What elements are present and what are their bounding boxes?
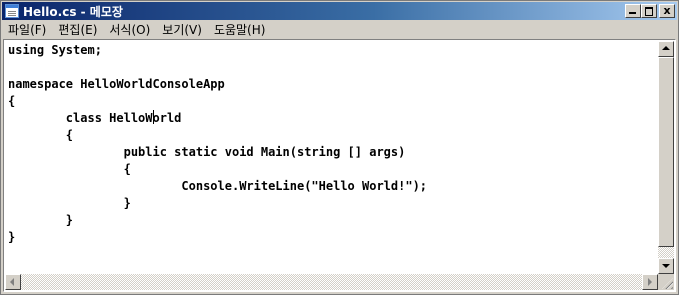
code-line: {	[8, 94, 16, 108]
code-text[interactable]: using System; namespace HelloWorldConsole…	[5, 41, 658, 246]
caret-after-text: orld	[152, 111, 182, 125]
scroll-right-arrow-icon[interactable]	[642, 274, 658, 290]
notepad-window: Hello.cs - 메모장 x 파일(F) 편집(E) 서식(O) 보기(V)…	[0, 0, 679, 295]
horizontal-scrollbar[interactable]	[5, 274, 658, 290]
close-button[interactable]: x	[659, 4, 675, 18]
code-line-with-caret: class HelloWorld	[8, 110, 658, 127]
scroll-up-arrow-icon[interactable]	[658, 41, 674, 57]
code-line: {	[8, 128, 74, 142]
vertical-scrollbar[interactable]	[658, 41, 674, 274]
text-editor[interactable]: using System; namespace HelloWorldConsole…	[5, 41, 658, 274]
minimize-button[interactable]	[625, 4, 641, 18]
caret-before-text: class HelloW	[8, 111, 153, 125]
scroll-left-arrow-icon[interactable]	[5, 274, 21, 290]
menu-edit[interactable]: 편집(E)	[52, 21, 103, 39]
code-line: Console.WriteLine("Hello World!");	[8, 179, 428, 193]
editor-frame: using System; namespace HelloWorldConsole…	[3, 39, 676, 292]
menu-help[interactable]: 도움말(H)	[208, 21, 272, 39]
notepad-icon[interactable]	[5, 4, 19, 18]
scroll-down-arrow-icon[interactable]	[658, 258, 674, 274]
code-line: }	[8, 230, 16, 244]
code-line: {	[8, 162, 131, 176]
code-line: namespace HelloWorldConsoleApp	[8, 77, 225, 91]
menu-file[interactable]: 파일(F)	[2, 21, 52, 39]
code-line: }	[8, 196, 131, 210]
menu-format[interactable]: 서식(O)	[103, 21, 156, 39]
title-bar[interactable]: Hello.cs - 메모장 x	[2, 2, 677, 20]
code-line: public static void Main(string [] args)	[8, 145, 406, 159]
menu-view[interactable]: 보기(V)	[156, 21, 208, 39]
code-line: }	[8, 213, 74, 227]
window-title: Hello.cs - 메모장	[23, 4, 123, 19]
vertical-scroll-thumb[interactable]	[658, 57, 674, 247]
menu-bar: 파일(F) 편집(E) 서식(O) 보기(V) 도움말(H)	[2, 21, 677, 39]
resize-grip-icon[interactable]	[658, 274, 674, 290]
window-controls: x	[625, 4, 675, 18]
code-line: using System;	[8, 43, 102, 57]
maximize-button[interactable]	[641, 4, 657, 18]
